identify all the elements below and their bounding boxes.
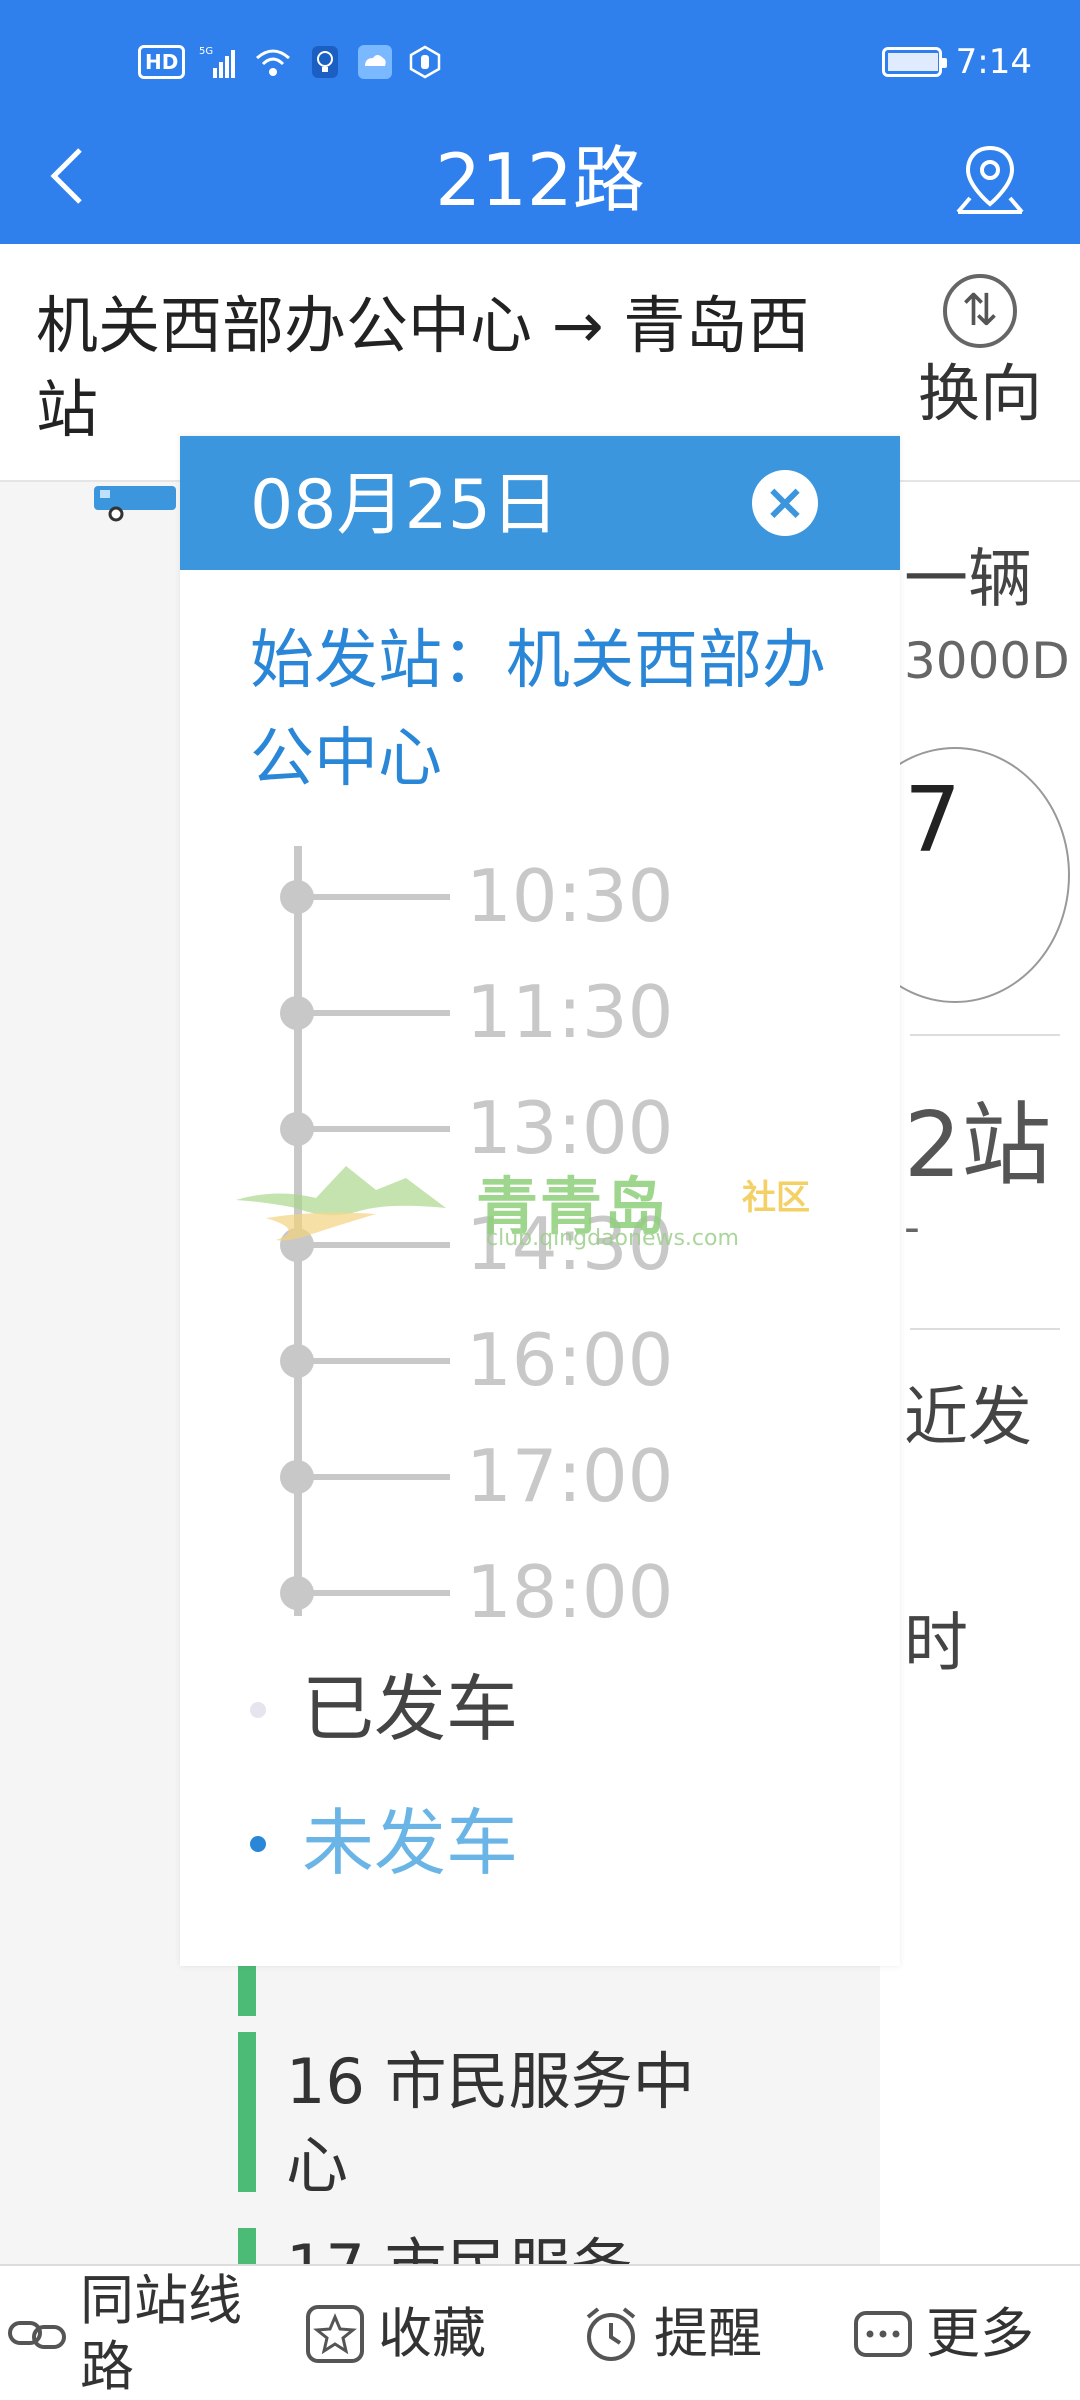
- watermark: 青青岛 社区 club.qingdaonews.com: [236, 1148, 836, 1258]
- departure-time: 10:30: [466, 854, 674, 938]
- map-pin-icon: [956, 145, 1024, 214]
- schedule-row: 17:00: [280, 1434, 780, 1518]
- watermark-logo-icon: [236, 1166, 446, 1241]
- popup-date: 08月25日: [250, 466, 560, 545]
- alarm-icon: [580, 2303, 642, 2365]
- hand-icon: [407, 42, 443, 82]
- schedule-row: 18:00: [280, 1550, 780, 1634]
- more-icon: [852, 2303, 914, 2365]
- watermark-site: club.qingdaonews.com: [486, 1226, 739, 1251]
- route-direction: 机关西部办公中心 → 青岛西站: [36, 289, 810, 446]
- favorite-button[interactable]: 收藏: [304, 2266, 524, 2400]
- departed-dot-icon: [250, 1702, 266, 1718]
- star-icon: [304, 2303, 366, 2365]
- info-recent: 近发: [904, 1381, 1032, 1455]
- departure-time: 11:30: [466, 970, 674, 1054]
- info-stops: 2站: [904, 1093, 1052, 1198]
- schedule-row: 16:00: [280, 1318, 780, 1402]
- weather-icon: [357, 42, 393, 82]
- signal-icon: 5G: [199, 42, 239, 82]
- bottom-toolbar: 同站线路 收藏 提醒 更多: [0, 2264, 1080, 2400]
- reminder-button[interactable]: 提醒: [580, 2266, 800, 2400]
- svg-text:5G: 5G: [199, 46, 213, 57]
- departure-time: 18:00: [466, 1550, 674, 1634]
- swap-label: 换向: [917, 357, 1042, 430]
- bulb-icon: [307, 42, 343, 82]
- status-icons-right: 7:14: [881, 42, 1032, 82]
- schedule-row: 11:30: [280, 970, 780, 1054]
- pending-dot-icon: [250, 1836, 266, 1852]
- wifi-icon: [253, 42, 293, 82]
- battery-icon: [881, 47, 947, 77]
- close-icon: ×: [764, 473, 806, 531]
- swap-icon: ⇅: [943, 274, 1017, 348]
- swap-direction-button[interactable]: ⇅ 换向: [910, 274, 1050, 436]
- popup-header: 08月25日 ×: [180, 436, 900, 570]
- link-icon: [6, 2303, 68, 2365]
- close-button[interactable]: ×: [752, 470, 818, 536]
- legend-pending: 未发车: [250, 1798, 750, 1888]
- bus-icon: [94, 486, 176, 522]
- bus-info-panel: 一辆 3000D 7 2站 - 近发 时: [840, 482, 1080, 2272]
- origin-station: 始发站：机关西部办公中心: [250, 624, 826, 796]
- info-minutes: 7: [904, 768, 962, 873]
- watermark-tag: 社区: [742, 1178, 810, 1218]
- same-station-lines-button[interactable]: 同站线路: [6, 2266, 276, 2400]
- more-button[interactable]: 更多: [852, 2266, 1072, 2400]
- departure-time: 17:00: [466, 1434, 674, 1518]
- departure-time: 16:00: [466, 1318, 674, 1402]
- app-header: 212路: [0, 110, 1080, 244]
- location-button[interactable]: [950, 140, 1030, 220]
- schedule-row: 10:30: [280, 854, 780, 938]
- station-list: 16 市民服务中心 17 市民服务: [220, 1960, 720, 2270]
- info-dash: -: [904, 1202, 920, 1253]
- legend-departed: 已发车: [250, 1664, 750, 1754]
- info-plate: 3000D: [904, 632, 1070, 690]
- info-text: 一辆: [904, 543, 1032, 617]
- page-title: 212路: [435, 138, 645, 222]
- station-16[interactable]: 16 市民服务中心: [286, 2040, 706, 2208]
- clock-text: 7:14: [955, 42, 1032, 82]
- hd-icon: HD: [138, 42, 186, 82]
- status-icons-left: HD 5G: [138, 42, 443, 82]
- info-time: 时: [904, 1607, 968, 1681]
